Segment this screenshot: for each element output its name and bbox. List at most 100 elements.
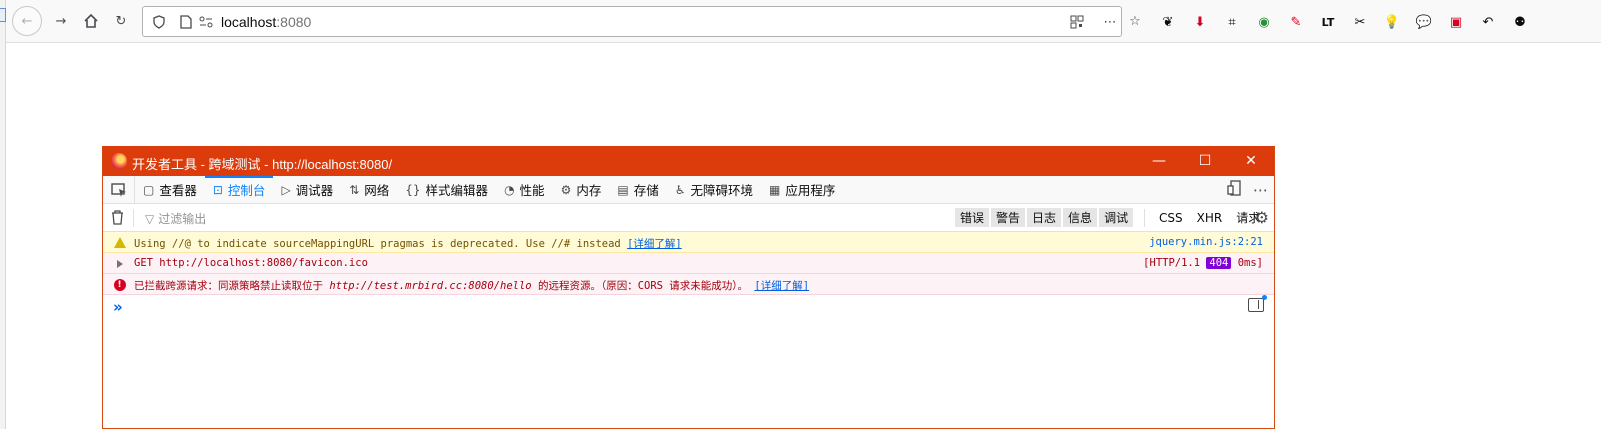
application-icon: ▦ [768,182,781,197]
responsive-design-icon[interactable] [1227,180,1241,200]
network-request-text: GET http://localhost:8080/favicon.ico [134,257,368,269]
permissions-icon[interactable] [197,13,215,31]
log-level-filters: 错误 警告 日志 信息 调试 [955,208,1134,227]
tab-label: 无障碍环境 [690,183,753,198]
console-network-message[interactable]: GET http://localhost:8080/favicon.ico [H… [103,253,1274,274]
accessibility-icon: ♿ [674,182,686,197]
level-info-button[interactable]: 信息 [1063,208,1098,227]
tab-label: 内存 [576,183,602,198]
error-suffix: 的远程资源。（原因：CORS 请求未能成功）。 [531,280,749,292]
extension-icon[interactable]: ⬇ [1188,10,1212,34]
url-port: :8080 [276,14,312,30]
devtools-titlebar[interactable]: 开发者工具 - 跨域测试 - http://localhost:8080/ — … [103,146,1274,176]
minimize-icon[interactable]: — [1136,146,1182,176]
url-bar[interactable]: localhost:8080 ⋯ [142,6,1122,37]
tab-memory[interactable]: ⚙ 内存 [553,176,610,203]
extension-icon[interactable]: ⚉ [1508,10,1532,34]
error-url: http://test.mrbird.cc:8080/hello [329,280,532,292]
request-timing: 0ms] [1237,257,1263,269]
divider [133,209,134,227]
filter-css-button[interactable]: CSS [1159,211,1183,225]
gear-icon[interactable]: ⚙ [1255,208,1269,227]
error-prefix: 已拦截跨源请求：同源策略禁止读取位于 [134,280,330,292]
window-title: 开发者工具 - 跨域测试 - http://localhost:8080/ [132,157,393,172]
performance-icon: ◔ [504,182,515,197]
more-options-icon[interactable]: ⋯ [1253,181,1268,199]
network-icon: ⇅ [349,182,360,197]
tab-console[interactable]: ⊡ 控制台 [204,176,274,203]
level-debug-button[interactable]: 调试 [1099,208,1134,227]
tab-debugger[interactable]: ▷ 调试器 [273,176,341,203]
filter-xhr-button[interactable]: XHR [1197,211,1223,225]
sidebar-toggle-icon[interactable] [1248,295,1267,312]
tab-label: 样式编辑器 [425,183,489,198]
back-icon[interactable]: ← [12,6,42,36]
languagetool-icon[interactable]: LT [1316,10,1340,34]
http-protocol: [HTTP/1.1 [1143,257,1201,269]
filter-input[interactable]: ▽ 过滤输出 [145,210,206,227]
console-filterbar: ▽ 过滤输出 错误 警告 日志 信息 调试 CSS XHR 请求 ⚙ [103,204,1274,232]
tab-label: 调试器 [295,183,334,198]
reload-icon[interactable]: ↻ [106,6,136,36]
learn-more-link[interactable]: [详细了解] [754,280,809,292]
close-icon[interactable]: ✕ [1228,146,1274,176]
bulb-icon[interactable]: 💡 [1380,10,1404,34]
expand-arrow-icon[interactable] [113,257,126,270]
learn-more-link[interactable]: [详细了解] [627,238,682,250]
url-text[interactable]: localhost:8080 [221,14,311,30]
maximize-icon[interactable]: ☐ [1182,146,1228,176]
crop-icon[interactable]: ⌗ [1220,10,1244,34]
memory-icon: ⚙ [560,182,572,197]
warning-icon [113,236,126,249]
element-picker-icon[interactable] [103,176,135,203]
extension-icon[interactable]: ❦ [1156,10,1180,34]
forward-icon[interactable]: → [46,6,76,36]
storage-icon: ▤ [617,182,629,197]
status-badge: 404 [1206,257,1232,269]
tab-accessibility[interactable]: ♿ 无障碍环境 [667,176,761,203]
warning-text: Using //@ to indicate sourceMappingURL p… [134,238,621,250]
tab-inspector[interactable]: ▢ 查看器 [135,176,205,203]
clear-console-icon[interactable] [111,210,124,229]
more-icon[interactable]: ⋯ [1101,13,1119,31]
debugger-icon: ▷ [281,182,291,197]
tab-label: 存储 [633,183,659,198]
console-warning-message[interactable]: Using //@ to indicate sourceMappingURL p… [103,232,1274,253]
extension-icon[interactable]: ✂ [1348,10,1372,34]
shield-icon[interactable] [150,13,168,31]
request-filters: CSS XHR 请求 [1144,208,1260,227]
message-text: 已拦截跨源请求：同源策略禁止读取位于 http://test.mrbird.cc… [134,278,809,293]
window-edge [0,0,6,429]
tab-network[interactable]: ⇅ 网络 [341,176,397,203]
source-location-link[interactable]: jquery.min.js:2:21 [1149,236,1263,248]
console-error-message[interactable]: ! 已拦截跨源请求：同源策略禁止读取位于 http://test.mrbird.… [103,274,1274,295]
chat-icon[interactable]: 💬 [1412,10,1436,34]
tab-storage[interactable]: ▤ 存储 [609,176,666,203]
home-icon[interactable] [76,6,106,36]
tab-label: 控制台 [227,183,266,198]
console-input-prompt[interactable]: » [113,298,123,316]
undo-icon[interactable]: ↶ [1476,10,1500,34]
qr-icon[interactable] [1068,13,1086,31]
star-icon[interactable]: ☆ [1120,6,1150,36]
extension-icon[interactable]: ▣ [1444,10,1468,34]
tab-label: 应用程序 [785,183,836,198]
level-logs-button[interactable]: 日志 [1027,208,1062,227]
message-text: Using //@ to indicate sourceMappingURL p… [134,236,682,251]
tab-style-editor[interactable]: {} 样式编辑器 [397,176,496,203]
page-icon[interactable] [177,13,195,31]
level-errors-button[interactable]: 错误 [955,208,990,227]
filter-icon: ▽ [145,211,155,226]
tabbar-actions: ⋯ [1227,176,1268,204]
tab-label: 查看器 [159,183,197,198]
browser-toolbar: ← → ↻ localhost:8080 ⋯ ☆ ❦ ⬇ ⌗ ◉ ✎ LT ✂ … [6,0,1601,43]
console-icon: ⊡ [212,182,223,197]
inspector-icon: ▢ [143,182,155,197]
level-warnings-button[interactable]: 警告 [991,208,1026,227]
extension-icon[interactable]: ◉ [1252,10,1276,34]
tab-performance[interactable]: ◔ 性能 [496,176,553,203]
devtools-window: 开发者工具 - 跨域测试 - http://localhost:8080/ — … [102,146,1275,429]
extension-icon[interactable]: ✎ [1284,10,1308,34]
tab-application[interactable]: ▦ 应用程序 [761,176,843,203]
extensions-bar: ❦ ⬇ ⌗ ◉ ✎ LT ✂ 💡 💬 ▣ ↶ ⚉ [1156,8,1532,36]
